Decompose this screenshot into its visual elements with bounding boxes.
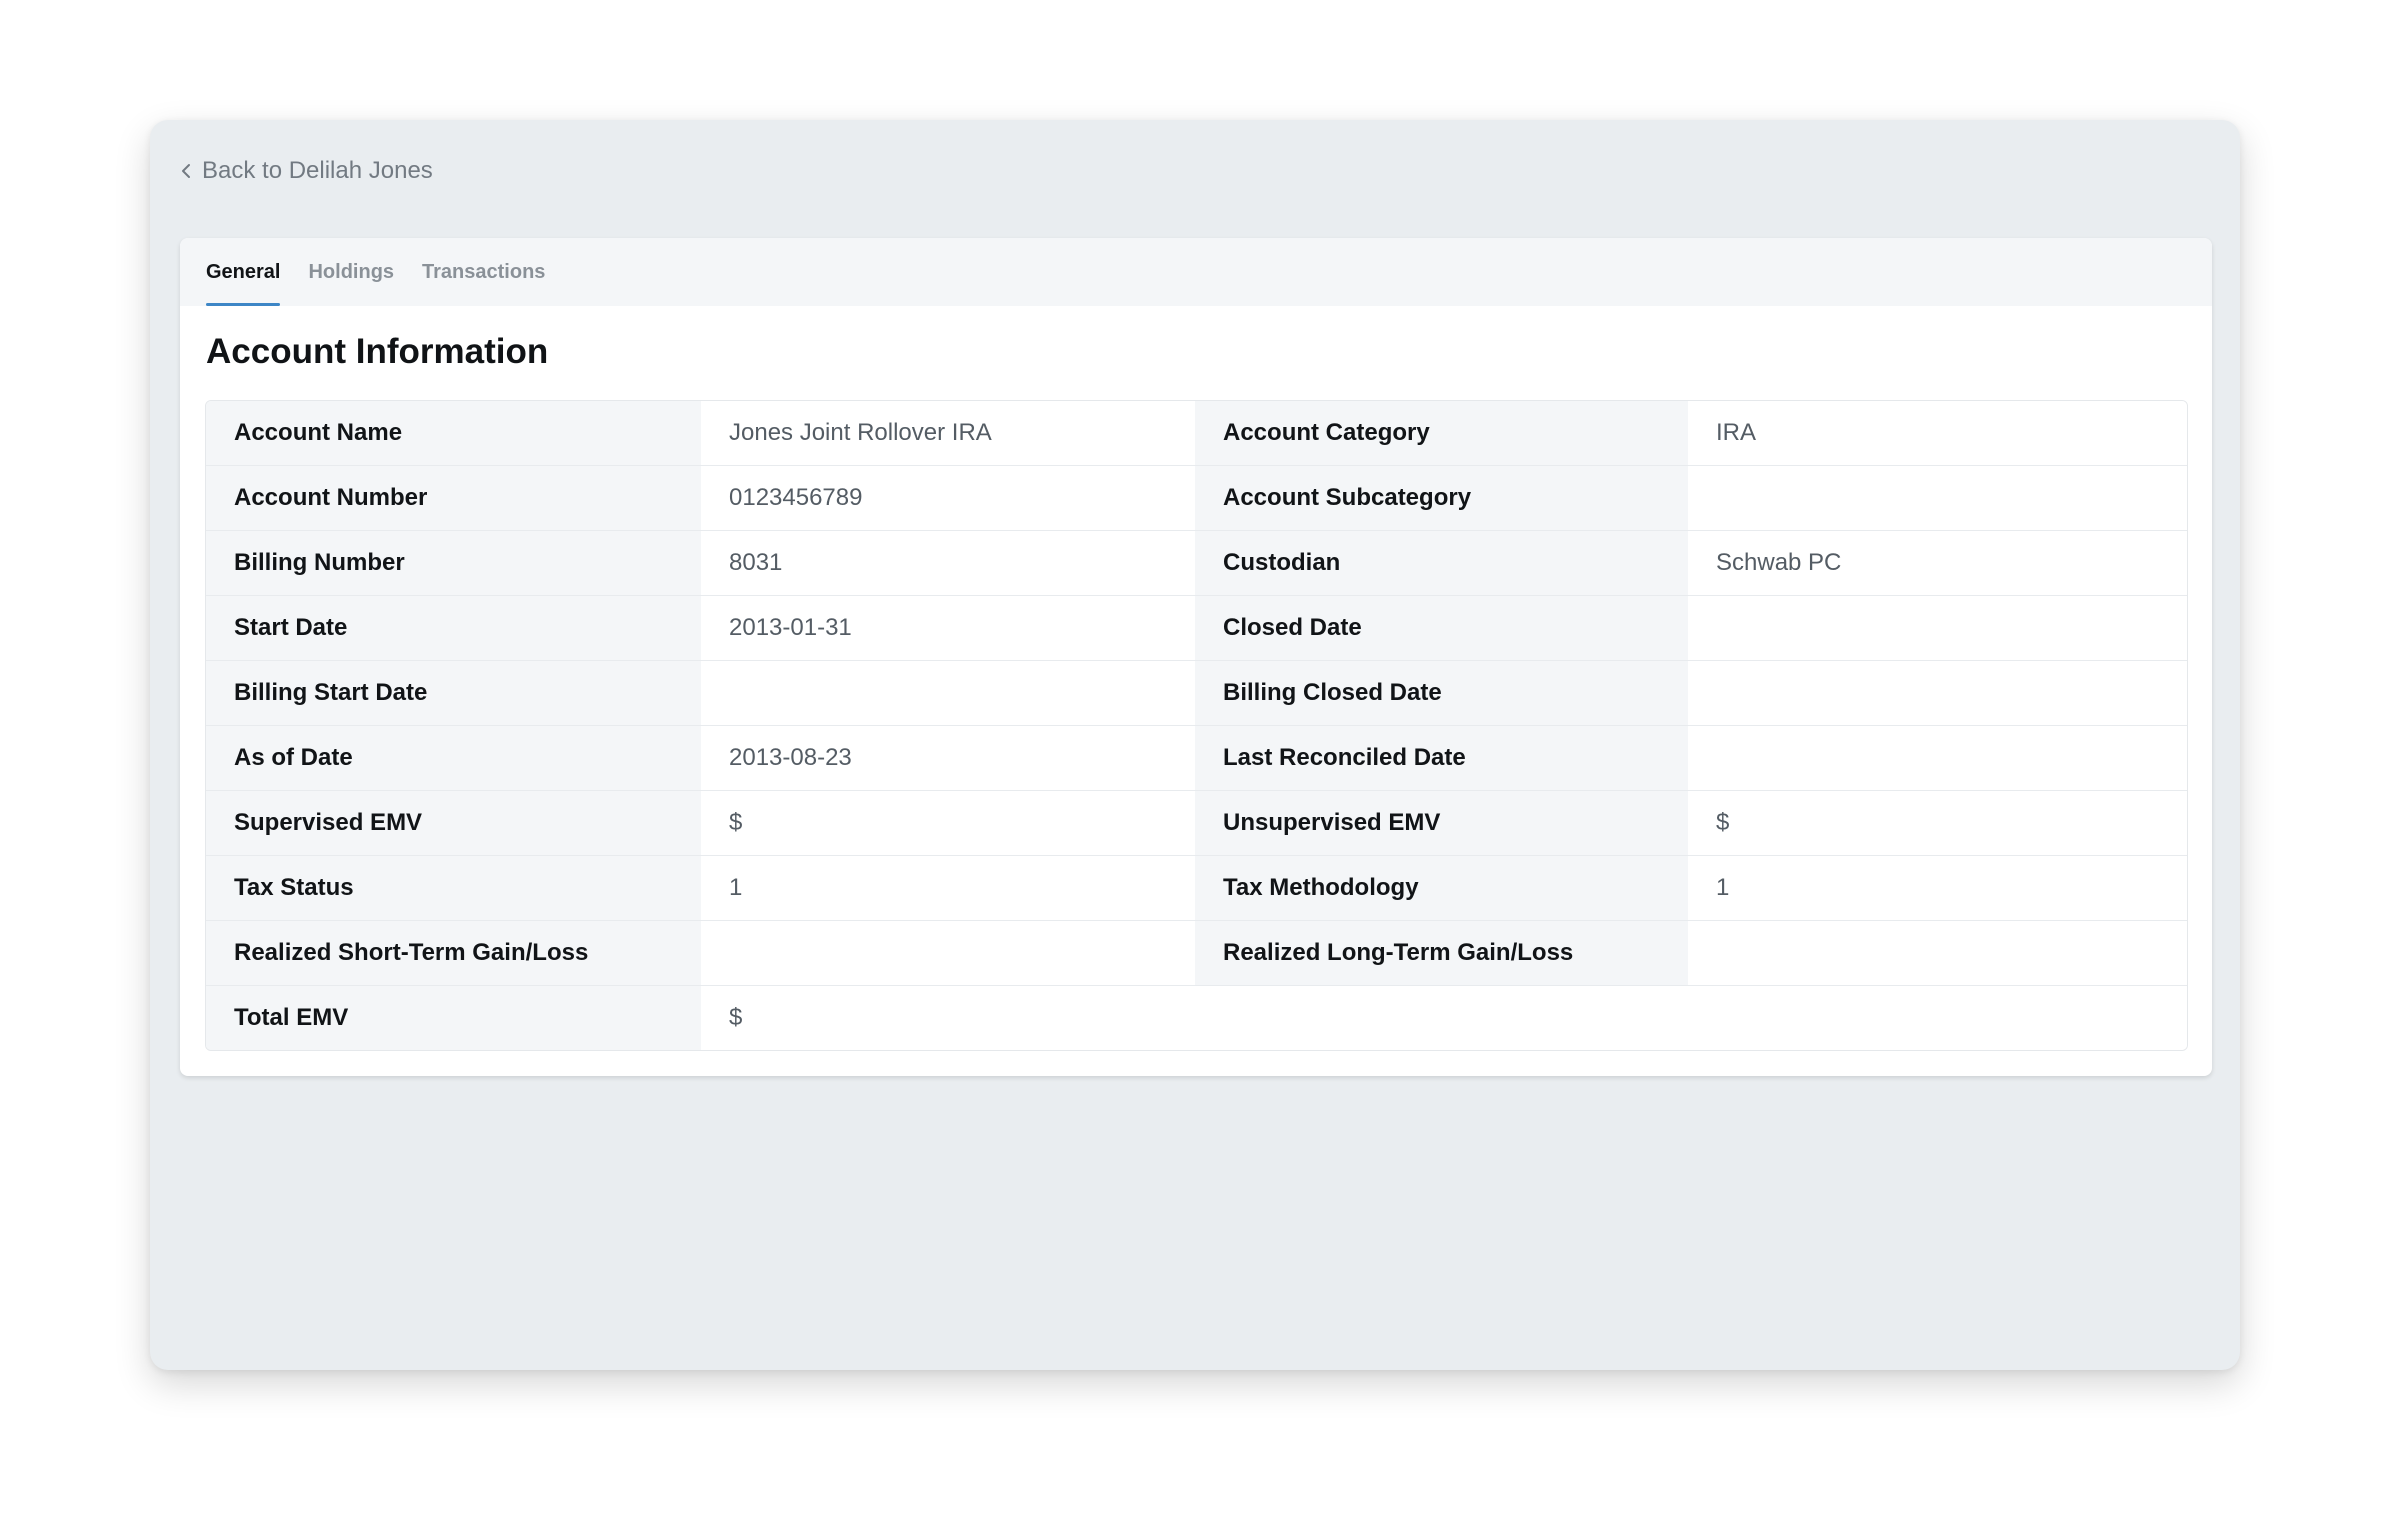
account-subcategory-label: Account Subcategory [1195,466,1688,530]
as-of-date-label: As of Date [206,726,701,790]
account-name-label: Account Name [206,401,701,465]
tab-general[interactable]: General [206,238,281,306]
billing-closed-date-label: Billing Closed Date [1195,661,1688,725]
table-row: Total EMV $ [206,986,2187,1050]
table-row: As of Date 2013-08-23 Last Reconciled Da… [206,726,2187,791]
last-reconciled-date-label: Last Reconciled Date [1195,726,1688,790]
supervised-emv-value: $ [701,791,1195,855]
account-name-value: Jones Joint Rollover IRA [701,401,1195,465]
billing-number-value: 8031 [701,531,1195,595]
billing-closed-date-value [1688,661,2187,725]
tax-status-label: Tax Status [206,856,701,920]
custodian-value: Schwab PC [1688,531,2187,595]
start-date-value: 2013-01-31 [701,596,1195,660]
back-link[interactable]: Back to Delilah Jones [180,156,433,186]
tax-methodology-value: 1 [1688,856,2187,920]
table-row: Account Name Jones Joint Rollover IRA Ac… [206,401,2187,466]
table-row: Billing Start Date Billing Closed Date [206,661,2187,726]
realized-short-term-value [701,921,1195,985]
closed-date-label: Closed Date [1195,596,1688,660]
account-number-label: Account Number [206,466,701,530]
billing-start-date-value [701,661,1195,725]
custodian-label: Custodian [1195,531,1688,595]
unsupervised-emv-value: $ [1688,791,2187,855]
table-row: Billing Number 8031 Custodian Schwab PC [206,531,2187,596]
app-window: Back to Delilah Jones General Holdings T… [150,120,2240,1370]
table-row: Start Date 2013-01-31 Closed Date [206,596,2187,661]
account-category-label: Account Category [1195,401,1688,465]
account-number-value: 0123456789 [701,466,1195,530]
unsupervised-emv-label: Unsupervised EMV [1195,791,1688,855]
as-of-date-value: 2013-08-23 [701,726,1195,790]
total-emv-value: $ [701,986,2187,1050]
realized-short-term-label: Realized Short-Term Gain/Loss [206,921,701,985]
realized-long-term-label: Realized Long-Term Gain/Loss [1195,921,1688,985]
start-date-label: Start Date [206,596,701,660]
billing-start-date-label: Billing Start Date [206,661,701,725]
account-category-value: IRA [1688,401,2187,465]
tax-status-value: 1 [701,856,1195,920]
tab-holdings[interactable]: Holdings [308,238,394,306]
realized-long-term-value [1688,921,2187,985]
tab-bar: General Holdings Transactions [180,238,2212,306]
table-row: Tax Status 1 Tax Methodology 1 [206,856,2187,921]
account-subcategory-value [1688,466,2187,530]
section-title: Account Information [206,332,549,371]
account-info-table: Account Name Jones Joint Rollover IRA Ac… [205,400,2188,1051]
total-emv-label: Total EMV [206,986,701,1050]
chevron-left-icon [180,163,196,179]
closed-date-value [1688,596,2187,660]
back-link-label: Back to Delilah Jones [202,157,433,184]
table-row: Realized Short-Term Gain/Loss Realized L… [206,921,2187,986]
tax-methodology-label: Tax Methodology [1195,856,1688,920]
tab-transactions[interactable]: Transactions [422,238,545,306]
table-row: Supervised EMV $ Unsupervised EMV $ [206,791,2187,856]
account-card: General Holdings Transactions Account In… [180,238,2212,1076]
supervised-emv-label: Supervised EMV [206,791,701,855]
billing-number-label: Billing Number [206,531,701,595]
table-row: Account Number 0123456789 Account Subcat… [206,466,2187,531]
last-reconciled-date-value [1688,726,2187,790]
